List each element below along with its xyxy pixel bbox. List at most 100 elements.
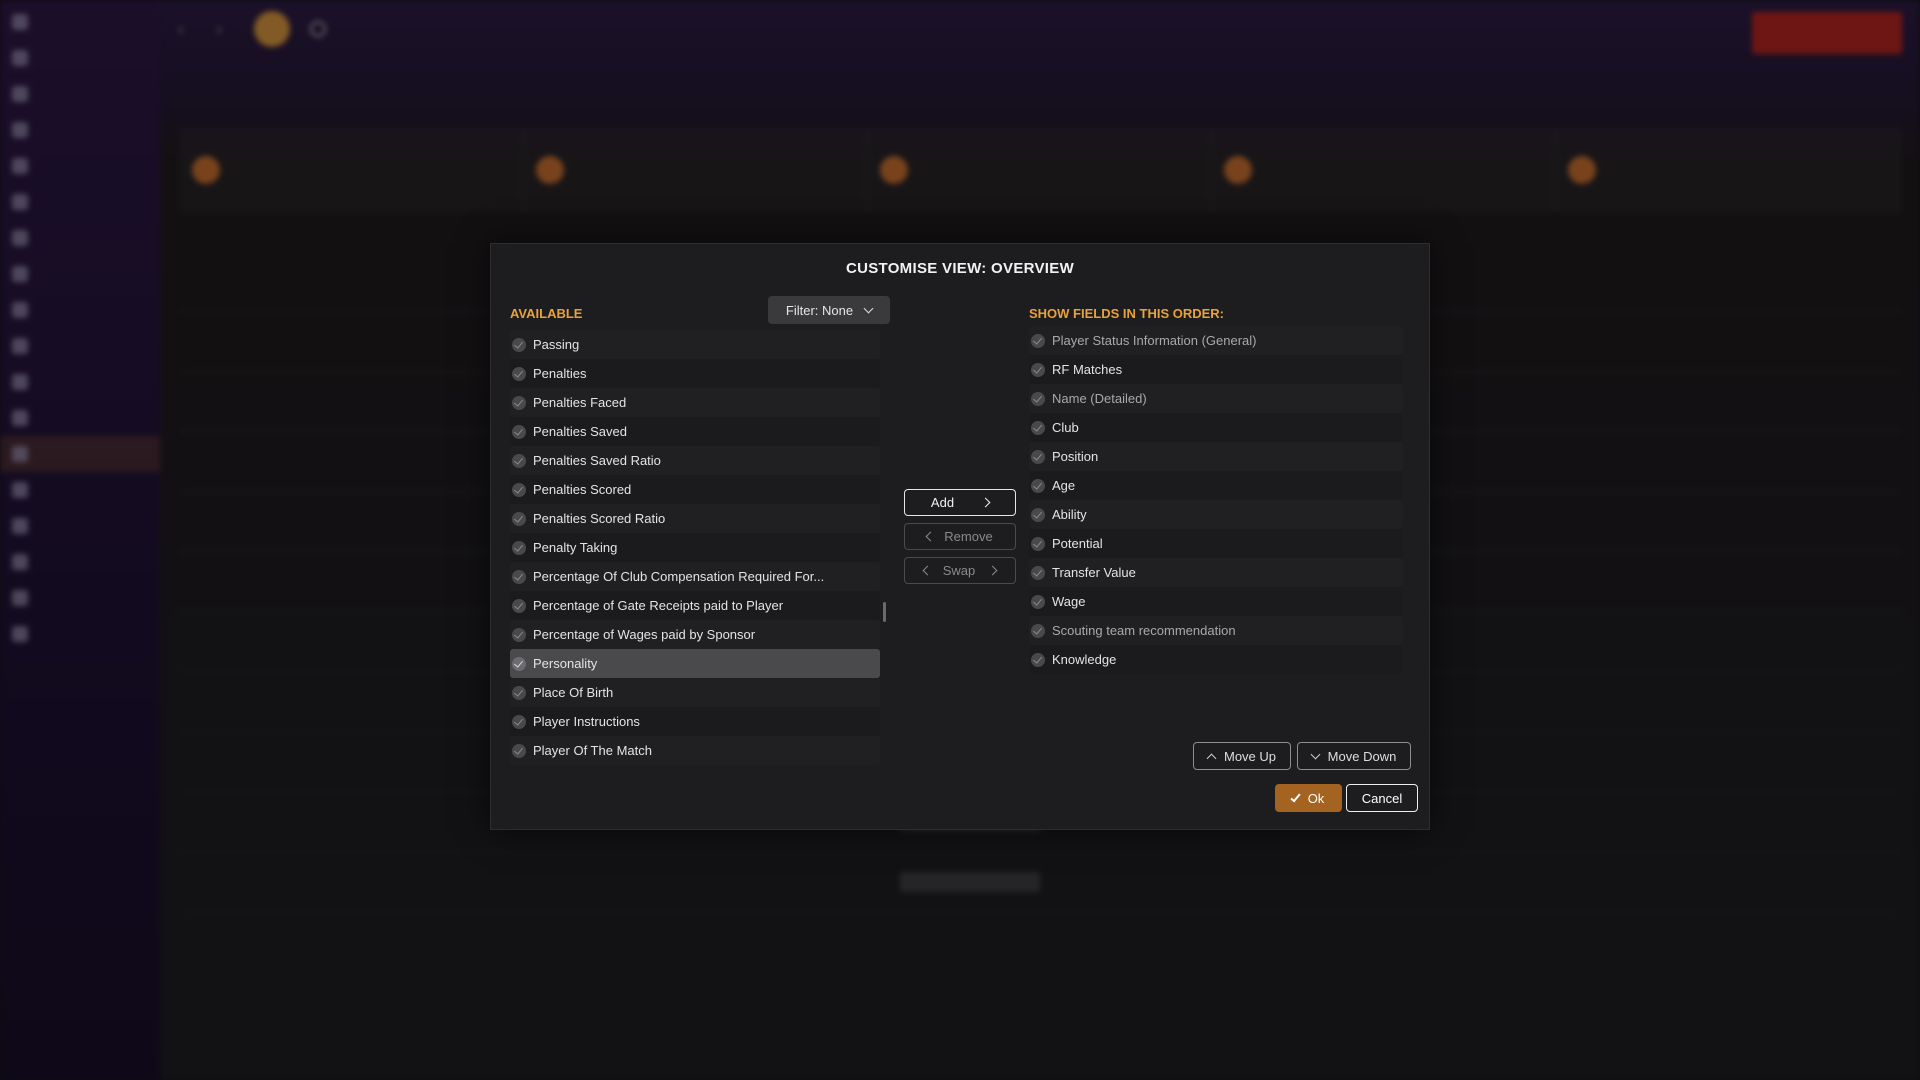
- field-label: Passing: [533, 337, 580, 352]
- field-label: Player Status Information (General): [1052, 333, 1257, 348]
- check-circle-icon: [1031, 594, 1045, 609]
- check-circle-icon: [1031, 391, 1045, 406]
- field-label: Scouting team recommendation: [1052, 623, 1236, 638]
- check-circle-icon: [512, 656, 526, 671]
- field-label: Player Of The Match: [533, 743, 652, 758]
- field-label: Penalties Saved Ratio: [533, 453, 661, 468]
- check-circle-icon: [1031, 652, 1045, 667]
- available-field-item[interactable]: Penalties Scored: [510, 475, 880, 504]
- field-label: Place Of Birth: [533, 685, 614, 700]
- shown-field-item[interactable]: Wage: [1029, 587, 1403, 616]
- available-field-item[interactable]: Penalties Scored Ratio: [510, 504, 880, 533]
- available-field-item[interactable]: Percentage of Gate Receipts paid to Play…: [510, 591, 880, 620]
- field-label: Personality: [533, 656, 598, 671]
- check-circle-icon: [512, 685, 526, 700]
- check-circle-icon: [1031, 478, 1045, 493]
- check-circle-icon: [512, 453, 526, 468]
- field-label: Penalty Taking: [533, 540, 618, 555]
- shown-field-item[interactable]: Club: [1029, 413, 1403, 442]
- chevron-left-icon: [922, 565, 933, 576]
- available-field-item[interactable]: Player Instructions: [510, 707, 880, 736]
- shown-fields-heading: SHOW FIELDS IN THIS ORDER:: [1029, 306, 1224, 321]
- check-circle-icon: [512, 598, 526, 613]
- field-label: Player Instructions: [533, 714, 640, 729]
- scrollbar-thumb[interactable]: [883, 602, 886, 622]
- move-up-button[interactable]: Move Up: [1193, 742, 1291, 770]
- cancel-button[interactable]: Cancel: [1346, 784, 1418, 812]
- field-label: Percentage of Gate Receipts paid to Play…: [533, 598, 784, 613]
- field-label: Percentage Of Club Compensation Required…: [533, 569, 825, 584]
- shown-field-item[interactable]: Scouting team recommendation: [1029, 616, 1403, 645]
- filter-label: Filter: None: [785, 302, 854, 318]
- shown-field-item[interactable]: Position: [1029, 442, 1403, 471]
- check-circle-icon: [1031, 536, 1045, 551]
- check-circle-icon: [1031, 507, 1045, 522]
- ok-label: Ok: [1307, 790, 1325, 806]
- check-circle-icon: [512, 366, 526, 381]
- check-circle-icon: [512, 337, 526, 352]
- field-label: Penalties Scored Ratio: [533, 511, 666, 526]
- available-heading: AVAILABLE: [510, 306, 583, 321]
- shown-field-item[interactable]: Potential: [1029, 529, 1403, 558]
- check-circle-icon: [512, 511, 526, 526]
- shown-field-item[interactable]: Age: [1029, 471, 1403, 500]
- swap-button[interactable]: Swap: [904, 557, 1016, 584]
- available-field-item[interactable]: Penalties: [510, 359, 880, 388]
- remove-label: Remove: [944, 529, 993, 544]
- shown-field-item[interactable]: Transfer Value: [1029, 558, 1403, 587]
- field-label: Position: [1052, 449, 1099, 464]
- ok-button[interactable]: Ok: [1275, 784, 1342, 812]
- check-circle-icon: [512, 627, 526, 642]
- available-field-item[interactable]: Passing: [510, 330, 880, 359]
- move-down-button[interactable]: Move Down: [1297, 742, 1411, 770]
- chevron-down-icon: [863, 303, 874, 313]
- field-label: Penalties: [533, 366, 587, 381]
- remove-button[interactable]: Remove: [904, 523, 1016, 550]
- chevron-right-icon: [980, 497, 991, 508]
- available-field-item[interactable]: Percentage Of Club Compensation Required…: [510, 562, 880, 591]
- field-label: Club: [1052, 420, 1079, 435]
- check-circle-icon: [1031, 565, 1045, 580]
- check-circle-icon: [1031, 362, 1045, 377]
- shown-field-item[interactable]: RF Matches: [1029, 355, 1403, 384]
- chevron-down-icon: [1310, 749, 1321, 759]
- check-circle-icon: [512, 424, 526, 439]
- shown-fields-list: Player Status Information (General) RF Ma…: [1029, 326, 1403, 674]
- field-label: RF Matches: [1052, 362, 1123, 377]
- shown-field-item[interactable]: Knowledge: [1029, 645, 1403, 674]
- field-label: Ability: [1052, 507, 1087, 522]
- available-field-item[interactable]: Penalties Saved: [510, 417, 880, 446]
- available-field-item[interactable]: Percentage of Wages paid by Sponsor: [510, 620, 880, 649]
- check-circle-icon: [512, 569, 526, 584]
- chevron-right-icon: [987, 565, 998, 576]
- cancel-label: Cancel: [1361, 790, 1403, 806]
- move-down-label: Move Down: [1327, 748, 1397, 764]
- check-circle-icon: [512, 714, 526, 729]
- dialog-title: CUSTOMISE VIEW: OVERVIEW: [845, 260, 1075, 277]
- shown-field-item[interactable]: Player Status Information (General): [1029, 326, 1403, 355]
- available-field-item[interactable]: Personality: [510, 649, 880, 678]
- available-field-item[interactable]: Penalties Faced: [510, 388, 880, 417]
- customise-view-dialog: CUSTOMISE VIEW: OVERVIEW AVAILABLE Filte…: [490, 243, 1430, 830]
- check-circle-icon: [1031, 623, 1045, 638]
- field-label: Transfer Value: [1052, 565, 1136, 580]
- shown-field-item[interactable]: Ability: [1029, 500, 1403, 529]
- field-label: Penalties Scored: [533, 482, 632, 497]
- field-label: Wage: [1052, 594, 1086, 609]
- add-label: Add: [930, 495, 955, 510]
- add-button[interactable]: Add: [904, 489, 1016, 516]
- available-field-item[interactable]: Player Of The Match: [510, 736, 880, 765]
- field-label: Penalties Saved: [533, 424, 627, 439]
- available-field-item[interactable]: Penalty Taking: [510, 533, 880, 562]
- shown-field-item[interactable]: Name (Detailed): [1029, 384, 1403, 413]
- available-field-item[interactable]: Place Of Birth: [510, 678, 880, 707]
- field-label: Knowledge: [1052, 652, 1117, 667]
- field-label: Potential: [1052, 536, 1103, 551]
- field-label: Penalties Faced: [533, 395, 627, 410]
- available-fields-list: Passing Penalties Penalties Faced Penalties…: [510, 330, 880, 765]
- chevron-left-icon: [925, 531, 936, 542]
- check-icon: [1290, 791, 1301, 802]
- filter-dropdown[interactable]: Filter: None: [768, 296, 890, 324]
- check-circle-icon: [512, 395, 526, 410]
- available-field-item[interactable]: Penalties Saved Ratio: [510, 446, 880, 475]
